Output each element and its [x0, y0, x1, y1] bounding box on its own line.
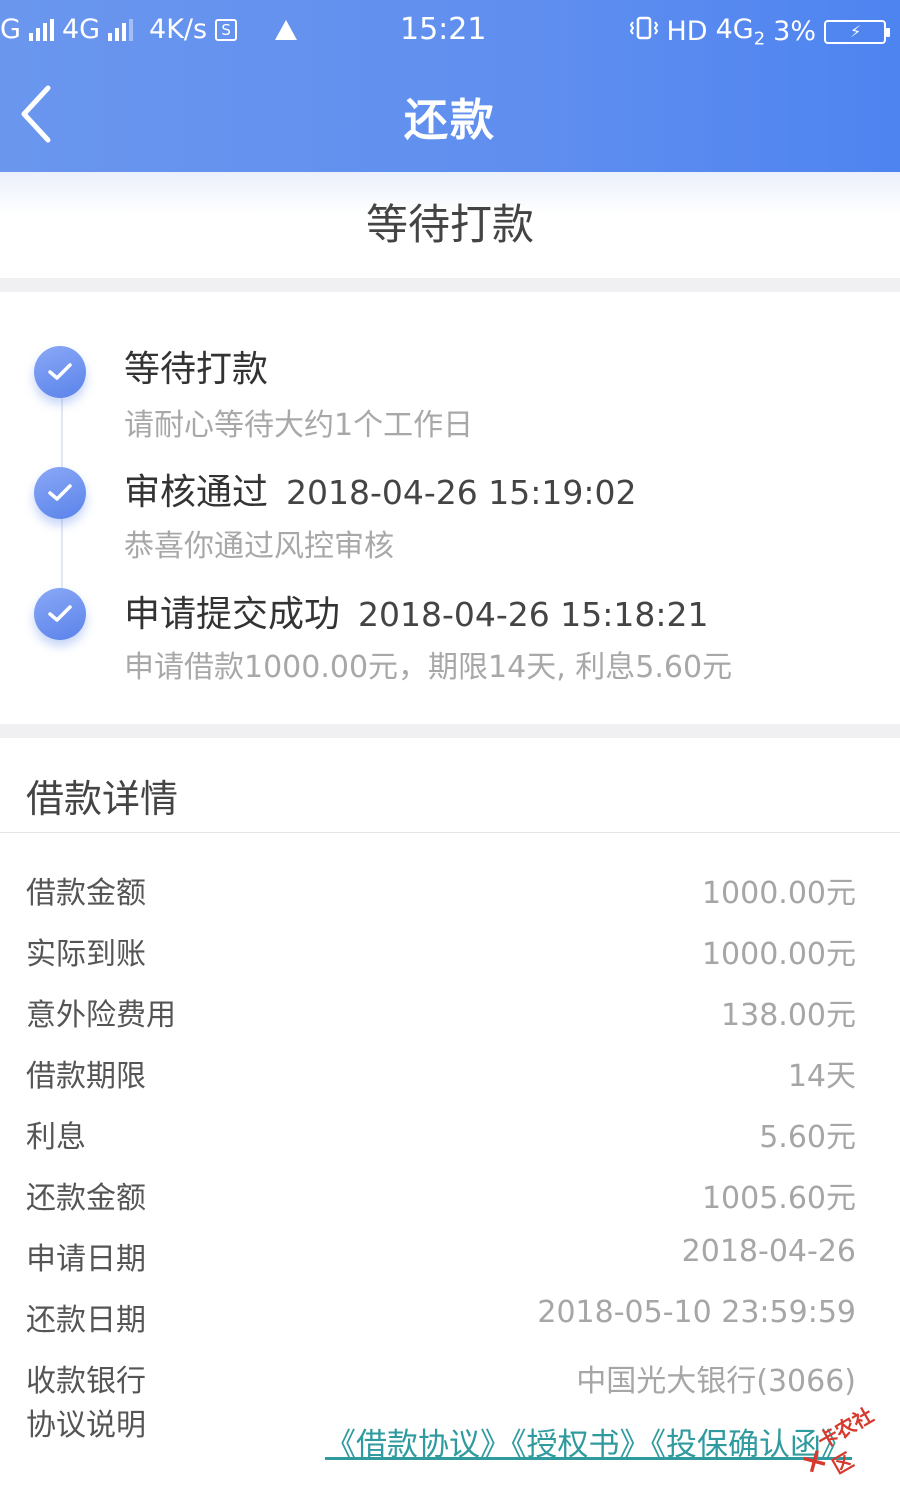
warning-icon: [275, 19, 298, 40]
status-time: 15:21: [400, 12, 487, 47]
app-header: G 4G 4K/s S 15:21 HD 4G2 3% ⚡ 还款: [0, 0, 900, 172]
network-label-2: 4G: [61, 14, 101, 45]
detail-value: 1000.00元: [701, 937, 856, 972]
loan-status-title: 等待打款: [0, 172, 900, 278]
sim-icon: S: [215, 18, 238, 41]
detail-row-term: 借款期限 14天: [0, 1051, 900, 1101]
page-title: 还款: [404, 95, 496, 146]
detail-label: 申请日期: [26, 1242, 146, 1277]
hd-label: HD: [666, 16, 708, 48]
network-speed: 4K/s: [149, 14, 208, 45]
section-gap: [0, 278, 900, 292]
network-label-3: 4G2: [715, 14, 766, 50]
detail-value: 2018-05-10 23:59:59: [537, 1295, 856, 1330]
authorization-link[interactable]: 《授权书》: [511, 1427, 651, 1463]
status-bar-left: G 4G 4K/s S: [0, 14, 298, 45]
check-circle-icon: [34, 467, 86, 519]
signal-icon: [28, 18, 54, 41]
status-bar: G 4G 4K/s S 15:21 HD 4G2 3% ⚡: [0, 0, 900, 64]
progress-timeline: 等待打款 请耐心等待大约1个工作日 审核通过 2018-04-26 15:19:0…: [0, 292, 900, 724]
vibrate-icon: [629, 16, 659, 47]
detail-row-loan-amount: 借款金额 1000.00元: [0, 868, 900, 918]
detail-row-repay-amount: 还款金额 1005.60元: [0, 1173, 900, 1223]
check-circle-icon: [34, 346, 86, 398]
detail-row-apply-date: 申请日期 2018-04-26: [0, 1234, 900, 1284]
status-bar-right: HD 4G2 3% ⚡: [629, 14, 890, 50]
timeline-subtitle: 申请借款1000.00元，期限14天, 利息5.60元: [124, 650, 733, 685]
detail-label: 借款金额: [26, 876, 146, 911]
detail-value: 中国光大银行(3066): [576, 1364, 856, 1399]
timeline-title: 申请提交成功 2018-04-26 15:18:21: [124, 594, 709, 635]
detail-value: 138.00元: [721, 998, 856, 1033]
agreement-links: 《借款协议》《授权书》《投保确认函》: [325, 1419, 852, 1464]
detail-value: 1000.00元: [701, 876, 856, 911]
network-label-1: G: [0, 14, 21, 45]
check-circle-icon: [34, 588, 86, 640]
divider: [0, 832, 900, 833]
detail-label: 意外险费用: [26, 998, 176, 1033]
timeline-time: 2018-04-26 15:18:21: [358, 595, 709, 634]
loan-details-heading: 借款详情: [26, 777, 179, 821]
detail-value: 1005.60元: [701, 1181, 856, 1216]
detail-row-interest: 利息 5.60元: [0, 1112, 900, 1162]
detail-label: 还款金额: [26, 1181, 146, 1216]
detail-row-repay-date: 还款日期 2018-05-10 23:59:59: [0, 1295, 900, 1345]
detail-row-insurance: 意外险费用 138.00元: [0, 990, 900, 1040]
loan-agreement-link[interactable]: 《借款协议》: [325, 1427, 511, 1463]
detail-label: 利息: [26, 1120, 86, 1155]
battery-percent: 3%: [773, 16, 816, 48]
signal-icon-2: [108, 18, 134, 41]
detail-value: 5.60元: [759, 1120, 856, 1155]
detail-row-bank: 收款银行 中国光大银行(3066): [0, 1356, 900, 1406]
detail-label: 借款期限: [26, 1059, 146, 1094]
detail-row-received: 实际到账 1000.00元: [0, 929, 900, 979]
battery-icon: ⚡: [824, 19, 890, 44]
timeline-title: 审核通过 2018-04-26 15:19:02: [124, 472, 637, 513]
agreement-label: 协议说明: [26, 1408, 146, 1443]
timeline-title: 等待打款: [124, 349, 269, 390]
detail-value: 2018-04-26: [681, 1234, 856, 1269]
detail-label: 收款银行: [26, 1364, 146, 1399]
timeline-time: 2018-04-26 15:19:02: [286, 473, 637, 512]
detail-label: 实际到账: [26, 937, 146, 972]
timeline-subtitle: 恭喜你通过风控审核: [124, 529, 394, 564]
detail-value: 14天: [787, 1059, 856, 1094]
detail-label: 还款日期: [26, 1303, 146, 1338]
section-gap: [0, 724, 900, 738]
timeline-subtitle: 请耐心等待大约1个工作日: [124, 408, 474, 443]
